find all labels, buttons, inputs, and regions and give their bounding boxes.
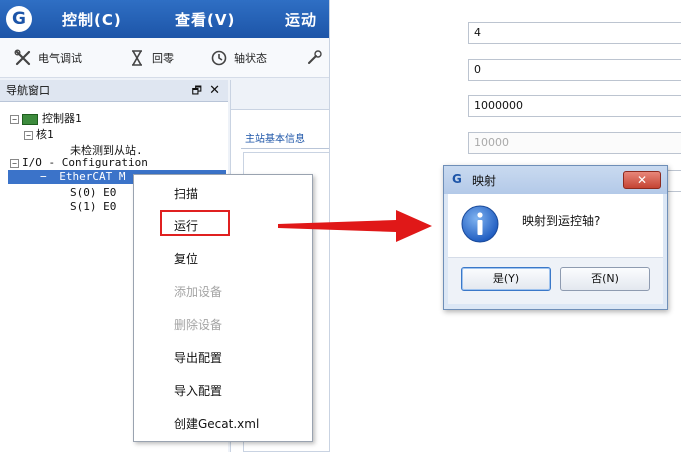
tree-node-controller[interactable]: − 控制器1	[10, 110, 82, 126]
menu-motion[interactable]: 运动	[285, 9, 317, 30]
info-icon	[461, 205, 499, 243]
tree-label-io-config: I/O - Configuration	[22, 156, 148, 169]
menu-item-add-device: 添加设备	[174, 285, 223, 299]
field-3[interactable]: 1000000	[468, 95, 681, 117]
menu-view[interactable]: 查看(V)	[175, 9, 235, 30]
dialog-titlebar: G 映射 ✕	[444, 166, 667, 194]
dialog-message: 映射到运控轴?	[522, 214, 601, 228]
homing-label: 回零	[152, 52, 174, 65]
axis-status-icon	[211, 50, 227, 66]
highlight-box-run	[160, 210, 230, 236]
wrench-icon	[14, 49, 31, 66]
hourglass-icon	[132, 50, 142, 66]
pane-tabstrip	[231, 80, 329, 110]
tree-node-slave0[interactable]: S(0) E0	[70, 186, 116, 199]
homing-button[interactable]: 回零	[128, 49, 174, 67]
menu-item-import-config[interactable]: 导入配置	[174, 382, 222, 399]
nav-window-header: 导航窗口 🗗 ✕	[0, 80, 228, 102]
pin-icon[interactable]: 🗗	[192, 80, 202, 102]
red-arrow-icon	[278, 210, 432, 242]
collapse-icon[interactable]: −	[40, 170, 47, 183]
menu-item-create-gecat[interactable]: 创建Gecat.xml	[174, 415, 259, 432]
menu-item-reset[interactable]: 复位	[174, 250, 198, 267]
dialog-app-icon: G	[452, 172, 462, 186]
menu-item-delete-device: 删除设备	[174, 318, 223, 332]
collapse-icon[interactable]: −	[10, 114, 19, 124]
menubar: G 控制(C) 查看(V) 运动	[0, 0, 329, 38]
dialog-close-button[interactable]: ✕	[623, 171, 661, 189]
field-1[interactable]: 4	[468, 22, 681, 44]
app-logo-icon: G	[6, 6, 32, 32]
tree-node-core[interactable]: − 核1	[24, 126, 54, 142]
dialog-button-bar: 是(Y) 否(N)	[448, 257, 663, 304]
menu-control[interactable]: 控制(C)	[62, 9, 122, 30]
controller-icon	[22, 113, 38, 125]
map-dialog: G 映射 ✕ 映射到运控轴? 是(Y) 否(N)	[443, 165, 668, 310]
collapse-icon[interactable]: −	[10, 158, 19, 168]
dialog-body: 映射到运控轴? 是(Y) 否(N)	[448, 194, 663, 304]
menu-item-scan[interactable]: 扫描	[174, 185, 198, 202]
tree-node-io-config[interactable]: − I/O - Configuration	[10, 156, 148, 169]
tree-label-slave1: S(1) E0	[70, 200, 117, 213]
field-2[interactable]: 0	[468, 59, 681, 81]
nav-window-title: 导航窗口	[6, 84, 50, 97]
electrical-debug-button[interactable]: 电气调试	[14, 49, 82, 67]
tab-divider	[241, 148, 329, 149]
electrical-debug-label: 电气调试	[38, 52, 82, 65]
tab-master-basic-info[interactable]: 主站基本信息	[245, 130, 305, 145]
tree-label-ethercat: EtherCAT M	[59, 170, 126, 183]
tree-label-core: 核1	[36, 128, 54, 141]
nav-close-icon[interactable]: ✕	[209, 80, 220, 102]
tree-label-slave0: S(0) E0	[70, 186, 117, 199]
screenshot-stage: G 控制(C) 查看(V) 运动 电气调试 回零 轴状态 导航窗口 🗗 ✕ − …	[0, 0, 681, 452]
toolbar-overflow-icon[interactable]	[306, 49, 324, 67]
toolbar: 电气调试 回零 轴状态	[0, 38, 329, 78]
tree-node-slave1[interactable]: S(1) E0	[70, 200, 116, 213]
no-button[interactable]: 否(N)	[560, 267, 650, 291]
axis-status-label: 轴状态	[234, 52, 267, 65]
dialog-title: 映射	[472, 174, 497, 188]
yes-button[interactable]: 是(Y)	[461, 267, 551, 291]
tree-label-controller: 控制器1	[42, 112, 82, 125]
axis-status-button[interactable]: 轴状态	[210, 49, 267, 67]
field-4: 10000	[468, 132, 681, 154]
tool-icon	[308, 50, 322, 64]
collapse-icon[interactable]: −	[24, 130, 33, 140]
menu-item-export-config[interactable]: 导出配置	[174, 349, 222, 366]
